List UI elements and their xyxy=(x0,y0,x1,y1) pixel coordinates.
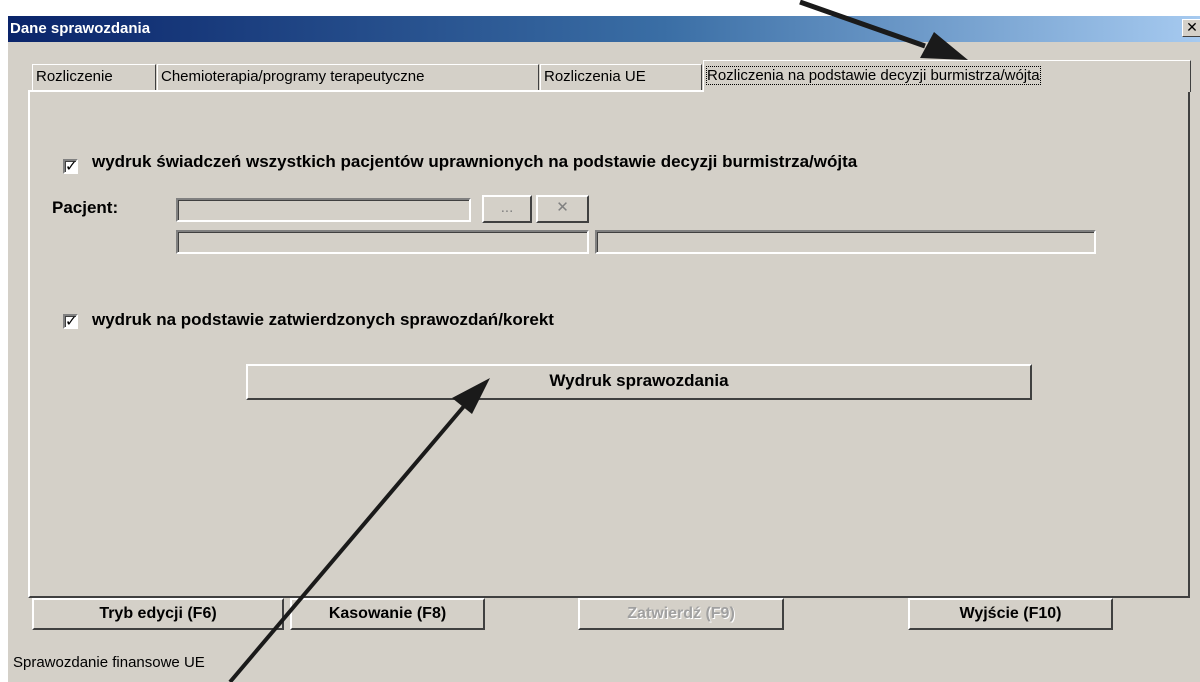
delete-button[interactable]: Kasowanie (F8) xyxy=(290,598,485,630)
tab-rozliczenie[interactable]: Rozliczenie xyxy=(32,64,156,90)
confirmed-reports-label: wydruk na podstawie zatwierdzonych spraw… xyxy=(92,310,554,329)
tab-label: Rozliczenia UE xyxy=(544,68,646,85)
patient-subfield-1[interactable] xyxy=(176,230,589,254)
status-bar: Sprawozdanie finansowe UE xyxy=(8,642,1200,682)
exit-button[interactable]: Wyjście (F10) xyxy=(908,598,1113,630)
patient-label: Pacjent: xyxy=(52,198,119,217)
print-report-button[interactable]: Wydruk sprawozdania xyxy=(246,364,1032,400)
status-text: Sprawozdanie finansowe UE xyxy=(13,654,205,671)
dialog-window: Dane sprawozdania ✕ Rozliczenie Chemiote… xyxy=(8,16,1200,682)
patient-field[interactable] xyxy=(176,198,471,222)
tab-panel: wydruk świadczeń wszystkich pacjentów up… xyxy=(28,90,1190,598)
close-icon: ✕ xyxy=(1186,19,1198,35)
close-button[interactable]: ✕ xyxy=(1182,19,1200,37)
all-patients-checkbox[interactable] xyxy=(63,157,78,175)
edit-mode-button[interactable]: Tryb edycji (F6) xyxy=(32,598,284,630)
tab-label: Chemioterapia/programy terapeutyczne xyxy=(161,68,425,85)
patient-subfield-2[interactable] xyxy=(595,230,1096,254)
window-title: Dane sprawozdania xyxy=(10,20,151,37)
ellipsis-icon: ... xyxy=(500,199,514,216)
all-patients-label: wydruk świadczeń wszystkich pacjentów up… xyxy=(92,152,858,171)
tab-label: Rozliczenie xyxy=(36,68,113,85)
clear-icon: ✕ xyxy=(556,199,569,216)
tab-rozliczenia-decyzje[interactable]: Rozliczenia na podstawie decyzji burmist… xyxy=(703,60,1191,92)
confirmed-reports-checkbox[interactable] xyxy=(63,312,78,330)
title-bar[interactable]: Dane sprawozdania ✕ xyxy=(8,16,1200,42)
patient-clear-button[interactable]: ✕ xyxy=(536,195,589,223)
print-report-label: Wydruk sprawozdania xyxy=(549,371,729,390)
tab-chemioterapia[interactable]: Chemioterapia/programy terapeutyczne xyxy=(157,64,539,90)
confirm-button[interactable]: Zatwierdź (F9) xyxy=(578,598,784,630)
tab-label: Rozliczenia na podstawie decyzji burmist… xyxy=(706,66,1041,85)
patient-browse-button[interactable]: ... xyxy=(482,195,532,223)
tab-rozliczenia-ue[interactable]: Rozliczenia UE xyxy=(540,64,702,90)
